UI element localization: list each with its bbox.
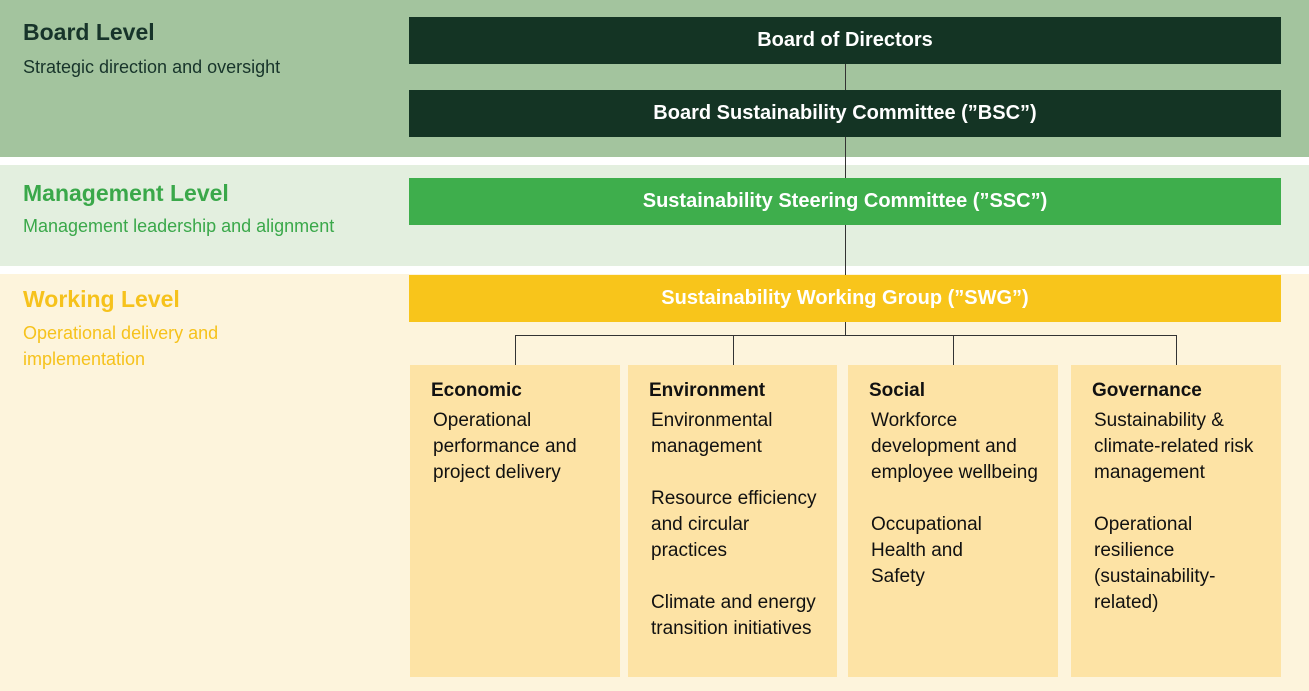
branch-line [515, 335, 1177, 336]
connector-social [953, 335, 954, 365]
bsc-label: Board Sustainability Committee (”BSC”) [653, 102, 1037, 124]
working-level-title: Working Level [23, 286, 180, 312]
connector-governance [1176, 335, 1177, 365]
board-of-directors-label: Board of Directors [757, 29, 933, 51]
working-level-subtitle: Operational delivery and implementation [23, 323, 219, 369]
pillar-title: Environment [649, 380, 766, 401]
connector-environment [733, 335, 734, 365]
board-level-subtitle: Strategic direction and oversight [23, 57, 281, 77]
pillar-item: Resource efficiency and circular practic… [651, 488, 817, 561]
pillar-item: Operational resilience (sustainability-r… [1094, 514, 1216, 613]
pillar-item: Operational performance and project deli… [433, 410, 577, 483]
connector-bsc-ssc [845, 137, 846, 178]
pillar-card-social: Social Workforce development and employe… [848, 365, 1058, 677]
connector-economic [515, 335, 516, 365]
pillar-item: Occupational Health and Safety [871, 514, 982, 587]
pillar-card-environment: Environment Environmental management Res… [628, 365, 837, 677]
management-level-subtitle: Management leadership and alignment [23, 216, 335, 236]
pillar-item: Workforce development and employee wellb… [871, 410, 1038, 483]
pillar-title: Governance [1092, 380, 1202, 401]
pillar-item: Environmental management [651, 410, 773, 457]
pillar-item: Climate and energy transition initiative… [651, 592, 816, 639]
board-level-title: Board Level [23, 19, 155, 45]
connector-swg-branch [845, 322, 846, 335]
ssc-box: Sustainability Steering Committee (”SSC”… [409, 178, 1281, 225]
ssc-label: Sustainability Steering Committee (”SSC”… [642, 190, 1048, 212]
management-level-title: Management Level [23, 180, 229, 206]
bsc-box: Board Sustainability Committee (”BSC”) [409, 90, 1281, 137]
swg-label: Sustainability Working Group (”SWG”) [661, 287, 1029, 309]
connector-bod-bsc [845, 64, 846, 90]
swg-box: Sustainability Working Group (”SWG”) [409, 275, 1281, 322]
pillar-card-governance: Governance Sustainability & climate-rela… [1071, 365, 1281, 677]
pillar-title: Social [869, 380, 925, 401]
pillar-item: Sustainability & climate-related risk ma… [1094, 410, 1254, 483]
connector-ssc-swg [845, 225, 846, 275]
pillar-card-economic: Economic Operational performance and pro… [410, 365, 620, 677]
board-of-directors-box: Board of Directors [409, 17, 1281, 64]
pillar-title: Economic [431, 380, 522, 401]
